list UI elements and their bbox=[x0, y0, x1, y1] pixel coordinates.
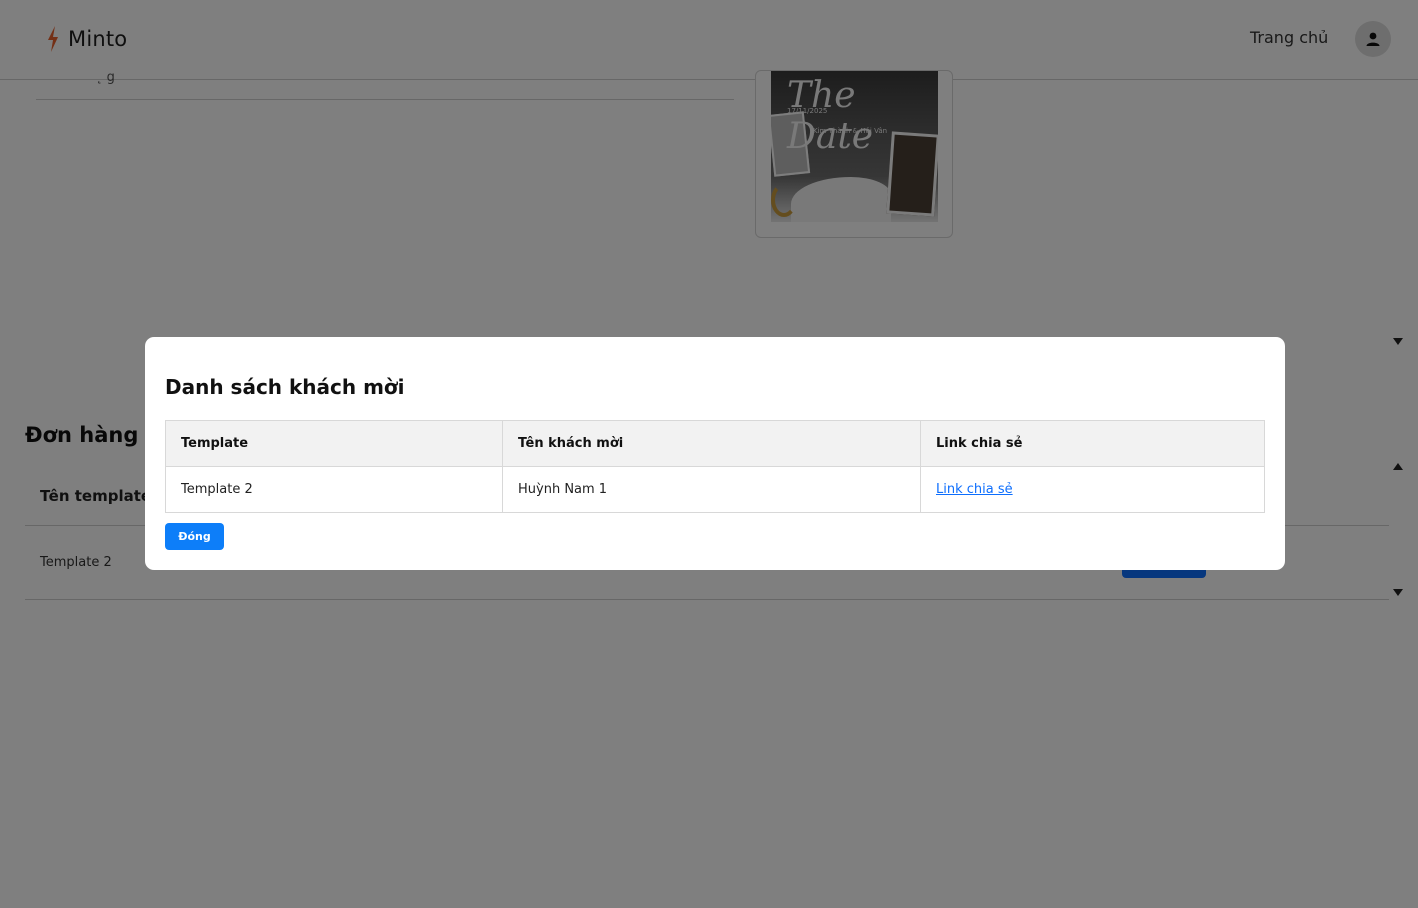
column-header-guest-name: Tên khách mời bbox=[502, 420, 921, 467]
column-header-share-link: Link chia sẻ bbox=[920, 420, 1265, 467]
cell-guest-name: Huỳnh Nam 1 bbox=[502, 466, 921, 513]
guest-list-modal: Danh sách khách mời Template Tên khách m… bbox=[145, 337, 1285, 570]
guest-table: Template Tên khách mời Link chia sẻ Temp… bbox=[165, 420, 1265, 513]
cell-template: Template 2 bbox=[165, 466, 503, 513]
table-header-row: Template Tên khách mời Link chia sẻ bbox=[165, 420, 1265, 467]
share-link[interactable]: Link chia sẻ bbox=[936, 482, 1013, 497]
table-row: Template 2 Huỳnh Nam 1 Link chia sẻ bbox=[165, 466, 1265, 513]
column-header-template: Template bbox=[165, 420, 503, 467]
close-button[interactable]: Đóng bbox=[165, 523, 224, 550]
cell-share-link: Link chia sẻ bbox=[920, 466, 1265, 513]
page: Minto Trang chủ ˛ g The Date 17/11/2025 … bbox=[0, 0, 1418, 908]
modal-title: Danh sách khách mời bbox=[165, 375, 405, 399]
